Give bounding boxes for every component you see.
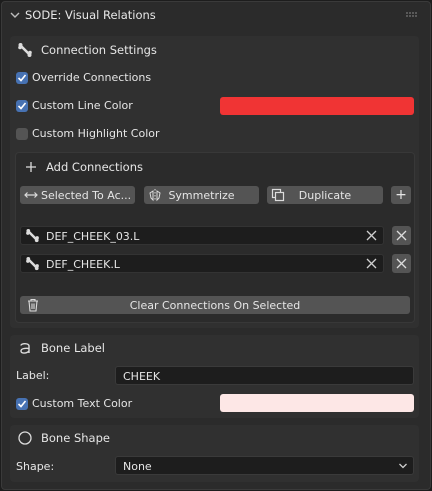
custom-text-color-swatch[interactable] [220, 394, 414, 412]
symmetrize-icon [149, 189, 161, 202]
symmetrize-label: Symmetrize [168, 188, 235, 202]
shape-caption: Shape: [16, 460, 55, 473]
plus-icon [26, 162, 36, 172]
bone-label-box: Bone Label Label: CHEEK Custom Text Colo… [10, 335, 419, 418]
custom-line-color-swatch[interactable] [220, 97, 414, 115]
custom-highlight-color-checkbox[interactable] [16, 128, 28, 140]
connection-field[interactable]: DEF_CHEEK_03.L [20, 226, 384, 245]
clear-field-icon[interactable] [366, 258, 377, 269]
trash-icon [28, 298, 38, 312]
add-connections-title: Add Connections [46, 160, 143, 174]
selected-to-active-label: Selected To Ac... [41, 188, 132, 202]
bone-label-title: Bone Label [41, 341, 105, 355]
connection-name: DEF_CHEEK_03.L [46, 230, 140, 243]
panel-header[interactable]: SODE: Visual Relations [2, 2, 430, 28]
connection-field[interactable]: DEF_CHEEK.L [20, 254, 384, 273]
shape-dropdown[interactable]: None [115, 456, 414, 475]
text-a-icon [20, 342, 30, 354]
remove-connection-button[interactable] [392, 254, 411, 273]
add-connection-label: + [395, 187, 407, 203]
add-connections-box: Add Connections Selected To Ac... Symmet… [15, 152, 415, 323]
custom-line-color-checkbox[interactable] [16, 100, 28, 112]
custom-text-color-checkbox[interactable] [16, 398, 28, 410]
arrows-horizontal-icon [24, 192, 38, 198]
duplicate-icon [271, 188, 285, 202]
label-caption: Label: [16, 369, 50, 382]
label-input-value: CHEEK [123, 370, 161, 383]
clear-connections-button[interactable]: Clear Connections On Selected [20, 296, 410, 314]
bone-icon [26, 256, 39, 271]
selected-to-active-button[interactable]: Selected To Ac... [20, 186, 135, 204]
clear-connections-label: Clear Connections On Selected [129, 298, 301, 312]
circle-icon [18, 431, 32, 445]
bone-shape-box: Bone Shape Shape: None [10, 425, 419, 482]
duplicate-label: Duplicate [298, 188, 352, 202]
override-connections-checkbox[interactable] [16, 72, 28, 84]
bone-shape-title: Bone Shape [41, 431, 110, 445]
clear-field-icon[interactable] [366, 230, 377, 241]
duplicate-button[interactable]: Duplicate [267, 186, 383, 204]
close-icon [396, 258, 407, 269]
connection-name: DEF_CHEEK.L [46, 258, 120, 271]
add-connection-button[interactable]: + [391, 186, 411, 204]
remove-connection-button[interactable] [392, 226, 411, 245]
connection-settings-box: Connection Settings Override Connections… [10, 36, 419, 328]
bone-icon [18, 43, 32, 57]
drag-handle-icon[interactable] [406, 12, 418, 18]
symmetrize-button[interactable]: Symmetrize [144, 186, 259, 204]
connection-settings-title: Connection Settings [41, 43, 157, 57]
custom-text-color-label: Custom Text Color [32, 397, 133, 410]
custom-highlight-color-label: Custom Highlight Color [32, 127, 160, 140]
chevron-down-icon[interactable] [9, 9, 21, 21]
bone-icon [26, 228, 39, 243]
chevron-down-icon [399, 463, 407, 469]
visual-relations-panel: SODE: Visual Relations Connection Settin… [1, 1, 431, 490]
custom-line-color-label: Custom Line Color [32, 99, 133, 112]
shape-dropdown-value: None [123, 460, 152, 473]
override-connections-label: Override Connections [32, 71, 152, 84]
label-input[interactable]: CHEEK [115, 366, 414, 385]
panel-title: SODE: Visual Relations [25, 8, 156, 22]
close-icon [396, 230, 407, 241]
